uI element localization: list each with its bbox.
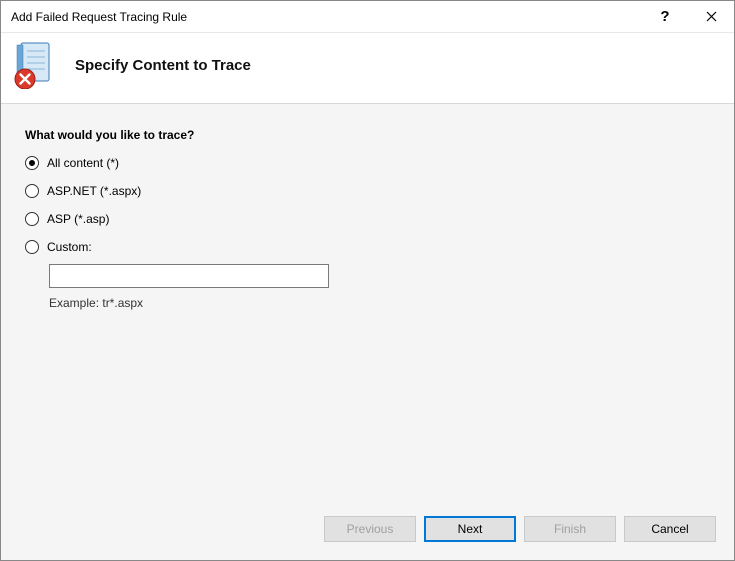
header-notebook-error-icon: [11, 41, 59, 89]
previous-button[interactable]: Previous: [324, 516, 416, 542]
cancel-button[interactable]: Cancel: [624, 516, 716, 542]
custom-block: Example: tr*.aspx: [49, 264, 710, 310]
window-title: Add Failed Request Tracing Rule: [11, 10, 642, 24]
custom-pattern-input[interactable]: [49, 264, 329, 288]
radio-label: ASP.NET (*.aspx): [47, 184, 141, 198]
trace-question-label: What would you like to trace?: [25, 128, 710, 142]
radio-all-content[interactable]: All content (*): [25, 156, 710, 170]
radio-indicator: [25, 156, 39, 170]
help-icon: ?: [660, 8, 669, 25]
radio-label: All content (*): [47, 156, 119, 170]
radio-label: ASP (*.asp): [47, 212, 109, 226]
wizard-content: What would you like to trace? All conten…: [1, 104, 734, 502]
close-icon: [706, 11, 717, 22]
next-button[interactable]: Next: [424, 516, 516, 542]
radio-indicator: [25, 212, 39, 226]
close-button[interactable]: [688, 1, 734, 32]
radio-indicator: [25, 240, 39, 254]
radio-label: Custom:: [47, 240, 92, 254]
titlebar-controls: ?: [642, 1, 734, 32]
finish-button[interactable]: Finish: [524, 516, 616, 542]
radio-asp[interactable]: ASP (*.asp): [25, 212, 710, 226]
custom-example-label: Example: tr*.aspx: [49, 296, 710, 310]
help-button[interactable]: ?: [642, 1, 688, 32]
wizard-dialog: Add Failed Request Tracing Rule ?: [0, 0, 735, 561]
wizard-header: Specify Content to Trace: [1, 33, 734, 104]
wizard-footer: Previous Next Finish Cancel: [1, 502, 734, 560]
radio-aspnet[interactable]: ASP.NET (*.aspx): [25, 184, 710, 198]
titlebar: Add Failed Request Tracing Rule ?: [1, 1, 734, 33]
wizard-step-title: Specify Content to Trace: [75, 57, 251, 74]
radio-custom[interactable]: Custom:: [25, 240, 710, 254]
radio-indicator: [25, 184, 39, 198]
